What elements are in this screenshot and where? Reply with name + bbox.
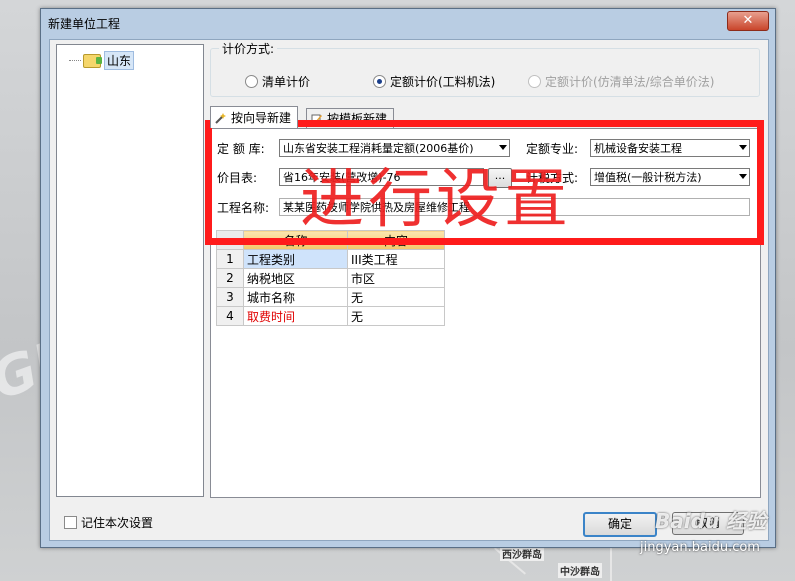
row-number: 2: [216, 268, 244, 288]
tree-connector: [69, 60, 81, 61]
table-row[interactable]: 3 城市名称 无: [216, 287, 445, 307]
tab-wizard[interactable]: 按向导新建: [210, 106, 299, 128]
radio-circle-checked[interactable]: [373, 75, 386, 88]
tab-template[interactable]: 按模板新建: [306, 108, 395, 128]
quota-major-value: 机械设备安装工程: [594, 142, 682, 155]
baidu-watermark: Baidu 经验: [655, 509, 767, 533]
tab-label: 按向导新建: [231, 111, 292, 125]
attribute-name[interactable]: 纳税地区: [243, 268, 348, 288]
region-tree[interactable]: 山东: [56, 44, 204, 497]
titlebar: 新建单位工程 ✕: [41, 9, 775, 37]
radio-quota-pricing[interactable]: 定额计价(工料机法): [373, 73, 495, 90]
remember-settings-label: 记住本次设置: [81, 516, 154, 530]
attribute-name[interactable]: 城市名称: [243, 287, 348, 307]
row-number: 3: [216, 287, 244, 307]
quota-lib-select[interactable]: 山东省安装工程消耗量定额(2006基价): [279, 139, 510, 157]
attribute-value[interactable]: 无: [347, 287, 445, 307]
tax-method-select[interactable]: 增值税(一般计税方法): [590, 168, 750, 186]
chevron-down-icon: [499, 145, 507, 150]
pricing-method-legend: 计价方式:: [219, 40, 278, 57]
tab-label: 按模板新建: [327, 112, 388, 126]
project-attributes-grid: 名称 内容 1 工程类别 III类工程 2 纳税地区 市区 3 城市名称 无 4…: [216, 230, 445, 326]
map-label-xisha: 西沙群岛: [500, 546, 544, 561]
dialog-client-area: 山东 计价方式: 清单计价 定额计价(工料机法) 定额计价(仿清单法/综合单价法…: [49, 39, 769, 541]
table-row[interactable]: 1 工程类别 III类工程: [216, 249, 445, 269]
radio-quota-imitate-pricing: 定额计价(仿清单法/综合单价法): [528, 73, 714, 90]
quota-lib-value: 山东省安装工程消耗量定额(2006基价): [283, 142, 474, 155]
tree-node-shandong[interactable]: 山东: [69, 51, 135, 70]
url-watermark: jingyan.baidu.com: [640, 540, 760, 555]
quota-major-label: 定额专业:: [526, 142, 579, 156]
pricing-method-group: 计价方式: 清单计价 定额计价(工料机法) 定额计价(仿清单法/综合单价法): [210, 40, 760, 97]
grid-header-content: 内容: [347, 230, 445, 250]
radio-bill-pricing[interactable]: 清单计价: [245, 73, 310, 90]
attribute-value[interactable]: III类工程: [347, 249, 445, 269]
project-name-value: 某某医药技师学院供热及房屋维修工程: [283, 201, 470, 214]
attribute-name[interactable]: 取费时间: [243, 306, 348, 326]
tax-method-label: 计税方式:: [526, 171, 579, 185]
row-number: 1: [216, 249, 244, 269]
price-table-value: 省16年安装(营改增)-76: [283, 171, 401, 184]
folder-icon: [83, 53, 102, 68]
table-row[interactable]: 2 纳税地区 市区: [216, 268, 445, 288]
quota-major-select[interactable]: 机械设备安装工程: [590, 139, 750, 157]
grid-header-name: 名称: [243, 230, 348, 250]
map-road: [610, 548, 612, 581]
template-icon: [311, 114, 322, 124]
attribute-value[interactable]: 市区: [347, 268, 445, 288]
radio-label: 定额计价(仿清单法/综合单价法): [545, 75, 715, 89]
tree-node-label[interactable]: 山东: [104, 51, 135, 70]
window-title: 新建单位工程: [48, 17, 121, 31]
project-name-input[interactable]: 某某医药技师学院供热及房屋维修工程: [279, 198, 750, 216]
chevron-down-icon: [739, 174, 747, 179]
radio-circle[interactable]: [245, 75, 258, 88]
new-project-dialog: 新建单位工程 ✕ 山东 计价方式: 清单计价 定额计价(工料机法) 定额计价(仿…: [40, 8, 776, 548]
attribute-value[interactable]: 无: [347, 306, 445, 326]
remember-settings-checkbox[interactable]: 记住本次设置: [64, 514, 153, 531]
price-table-browse-button[interactable]: ...: [488, 168, 512, 188]
chevron-down-icon: [739, 145, 747, 150]
map-label-zhongsha: 中沙群岛: [558, 563, 602, 578]
close-button[interactable]: ✕: [727, 11, 769, 31]
attribute-name[interactable]: 工程类别: [243, 249, 348, 269]
price-table-field[interactable]: 省16年安装(营改增)-76: [279, 168, 484, 186]
wizard-icon: [215, 112, 226, 124]
ok-button[interactable]: 确定: [583, 512, 657, 537]
row-number: 4: [216, 306, 244, 326]
radio-circle-disabled: [528, 75, 541, 88]
checkbox-square[interactable]: [64, 516, 77, 529]
radio-label: 清单计价: [262, 75, 311, 89]
grid-corner: [216, 230, 244, 250]
radio-label: 定额计价(工料机法): [390, 75, 496, 89]
tax-method-value: 增值税(一般计税方法): [594, 171, 702, 184]
price-table-label: 价目表:: [217, 171, 258, 185]
quota-lib-label: 定 额 库:: [217, 142, 265, 156]
project-name-label: 工程名称:: [217, 201, 270, 215]
table-row[interactable]: 4 取费时间 无: [216, 306, 445, 326]
